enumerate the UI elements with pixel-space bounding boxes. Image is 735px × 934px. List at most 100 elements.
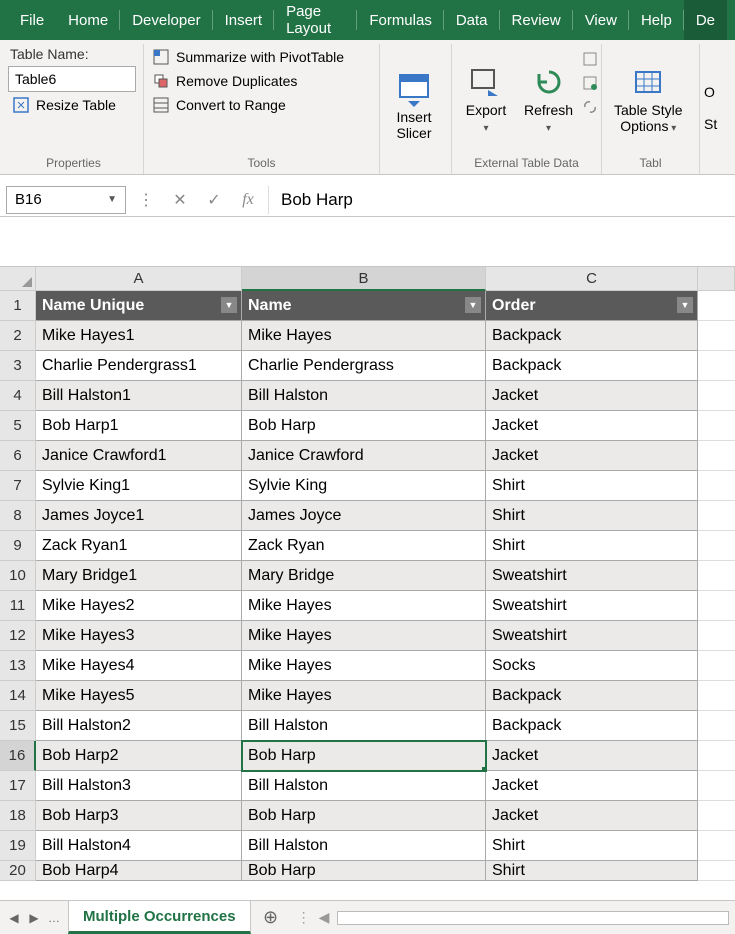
cell[interactable]: Shirt [486, 531, 698, 561]
col-header-b[interactable]: B [242, 267, 486, 291]
cell[interactable] [698, 321, 735, 351]
cell[interactable]: Bill Halston [242, 381, 486, 411]
tab-design[interactable]: De [684, 0, 727, 40]
unlink-icon[interactable] [581, 98, 599, 116]
sub-icon-2[interactable] [581, 74, 599, 92]
cell[interactable]: Sweatshirt [486, 591, 698, 621]
cell[interactable] [698, 561, 735, 591]
cell[interactable]: Sylvie King [242, 471, 486, 501]
row-header[interactable]: 1 [0, 291, 36, 321]
export-button[interactable]: Export [456, 44, 516, 154]
cell[interactable]: Bob Harp [242, 801, 486, 831]
col-header-d[interactable] [698, 267, 735, 291]
convert-range-button[interactable]: Convert to Range [148, 94, 348, 116]
cell[interactable]: Sweatshirt [486, 561, 698, 591]
table-header[interactable]: Order▼ [486, 291, 698, 321]
cell[interactable] [698, 831, 735, 861]
cell[interactable]: Jacket [486, 741, 698, 771]
row-header[interactable]: 15 [0, 711, 36, 741]
fx-icon[interactable]: fx [236, 191, 260, 209]
cell[interactable]: Bill Halston [242, 771, 486, 801]
cell[interactable]: Bill Halston2 [36, 711, 242, 741]
cell[interactable]: Jacket [486, 411, 698, 441]
tab-page-layout[interactable]: Page Layout [274, 0, 357, 40]
cell[interactable]: Zack Ryan1 [36, 531, 242, 561]
cell[interactable]: Mike Hayes [242, 321, 486, 351]
sheet-nav-prev-icon[interactable]: ◀ [6, 911, 22, 925]
filter-icon[interactable]: ▼ [221, 297, 237, 313]
select-all-corner[interactable] [0, 267, 36, 291]
table-header[interactable]: Name Unique▼ [36, 291, 242, 321]
cell[interactable] [698, 651, 735, 681]
cell[interactable]: Bill Halston4 [36, 831, 242, 861]
cell[interactable]: Backpack [486, 711, 698, 741]
cell[interactable]: Sylvie King1 [36, 471, 242, 501]
cell[interactable]: Backpack [486, 351, 698, 381]
cell[interactable]: Shirt [486, 831, 698, 861]
row-header[interactable]: 10 [0, 561, 36, 591]
scroll-grip-icon[interactable]: ⋮ [297, 909, 311, 926]
filter-icon[interactable]: ▼ [677, 297, 693, 313]
cell[interactable]: Janice Crawford [242, 441, 486, 471]
cell[interactable]: Mike Hayes1 [36, 321, 242, 351]
cell[interactable]: Backpack [486, 321, 698, 351]
tab-view[interactable]: View [573, 0, 629, 40]
name-box-dropdown-icon[interactable]: ▼ [107, 194, 117, 205]
cell[interactable]: Bob Harp [242, 411, 486, 441]
cell[interactable] [698, 411, 735, 441]
cell[interactable] [698, 621, 735, 651]
cell[interactable]: Bob Harp1 [36, 411, 242, 441]
row-header[interactable]: 3 [0, 351, 36, 381]
scroll-left-icon[interactable]: ◀ [319, 909, 330, 926]
horizontal-scroll[interactable]: ⋮ ◀ [291, 901, 735, 934]
cell[interactable]: Mary Bridge [242, 561, 486, 591]
row-header[interactable]: 8 [0, 501, 36, 531]
cell[interactable]: Janice Crawford1 [36, 441, 242, 471]
row-header[interactable]: 2 [0, 321, 36, 351]
cell[interactable]: Mike Hayes [242, 651, 486, 681]
cell[interactable]: Mike Hayes [242, 591, 486, 621]
sub-icon-1[interactable] [581, 50, 599, 68]
row-header[interactable]: 13 [0, 651, 36, 681]
row-header[interactable]: 7 [0, 471, 36, 501]
cancel-icon[interactable]: ✕ [168, 190, 192, 210]
cell[interactable]: Zack Ryan [242, 531, 486, 561]
cell[interactable]: Charlie Pendergrass [242, 351, 486, 381]
cell[interactable] [698, 681, 735, 711]
cell[interactable]: Bob Harp2 [36, 741, 242, 771]
cell[interactable] [698, 501, 735, 531]
cell[interactable]: Shirt [486, 471, 698, 501]
cell[interactable] [698, 771, 735, 801]
cell[interactable]: Mike Hayes4 [36, 651, 242, 681]
cell[interactable] [698, 741, 735, 771]
row-header[interactable]: 4 [0, 381, 36, 411]
row-header[interactable]: 14 [0, 681, 36, 711]
filter-icon[interactable]: ▼ [465, 297, 481, 313]
cell[interactable] [698, 381, 735, 411]
cell[interactable]: James Joyce [242, 501, 486, 531]
tab-data[interactable]: Data [444, 0, 500, 40]
cell[interactable]: Bob Harp [242, 741, 486, 771]
tab-help[interactable]: Help [629, 0, 684, 40]
cell[interactable]: Bill Halston [242, 711, 486, 741]
cell[interactable]: Backpack [486, 681, 698, 711]
cell[interactable]: James Joyce1 [36, 501, 242, 531]
cell[interactable] [698, 711, 735, 741]
remove-duplicates-button[interactable]: Remove Duplicates [148, 70, 348, 92]
cell[interactable] [698, 591, 735, 621]
refresh-button[interactable]: Refresh [516, 44, 581, 154]
cell[interactable] [698, 471, 735, 501]
cell[interactable] [698, 801, 735, 831]
cell[interactable] [698, 441, 735, 471]
col-header-c[interactable]: C [486, 267, 698, 291]
cell[interactable]: Bill Halston [242, 831, 486, 861]
resize-table-button[interactable]: Resize Table [8, 94, 136, 116]
row-header[interactable]: 20 [0, 861, 36, 881]
row-header[interactable]: 17 [0, 771, 36, 801]
sheet-nav-more-icon[interactable]: … [46, 911, 62, 925]
cell[interactable]: Mike Hayes2 [36, 591, 242, 621]
cell[interactable]: Sweatshirt [486, 621, 698, 651]
cell[interactable]: Charlie Pendergrass1 [36, 351, 242, 381]
cell[interactable]: Mike Hayes5 [36, 681, 242, 711]
cell[interactable]: Mary Bridge1 [36, 561, 242, 591]
